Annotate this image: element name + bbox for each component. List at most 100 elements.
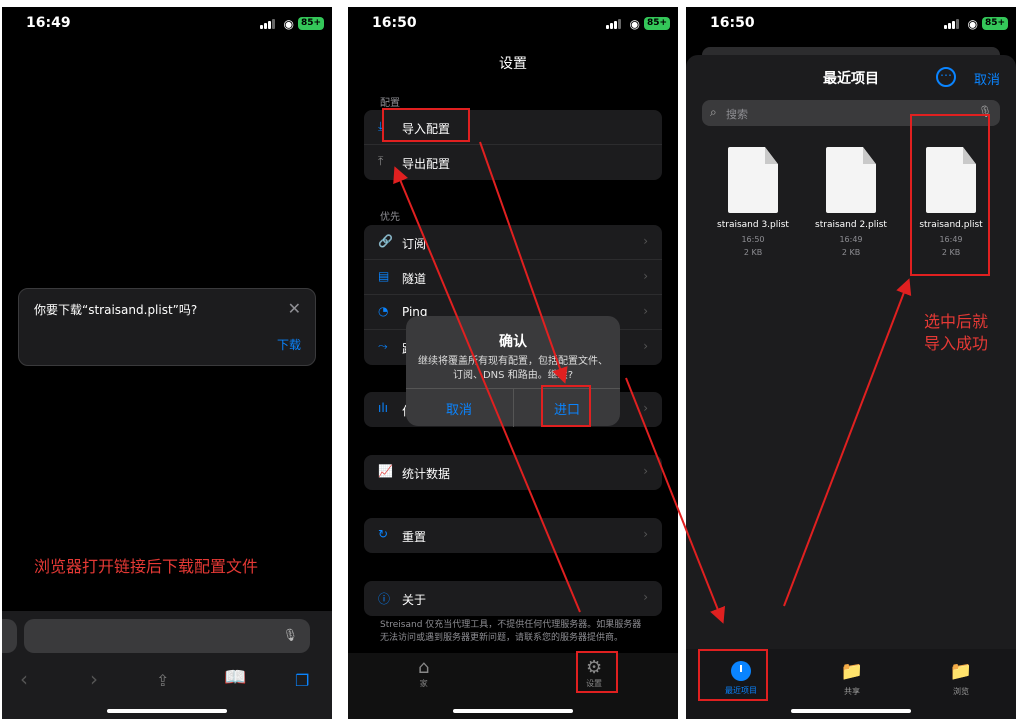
tunnel-icon: ▤ [378, 269, 390, 283]
annotation-line: 导入成功 [924, 334, 989, 353]
sheet-title: 最近项目 [823, 71, 879, 87]
tab-label: 共享 [844, 687, 860, 696]
info-icon: ⓘ [378, 592, 391, 606]
alert-message: 继续将覆盖所有现有配置，包括配置文件、订阅、DNS 和路由。继续? [418, 356, 608, 381]
download-prompt-card: 你要下载“straisand.plist”吗? ✕ 下载 [18, 288, 316, 366]
about-group: ⓘ 关于 › [364, 581, 662, 616]
file-size: 2 KB [841, 248, 861, 257]
home-indicator [107, 709, 227, 713]
close-icon[interactable]: ✕ [288, 299, 301, 318]
tabs-icon[interactable]: ❐ [295, 671, 309, 690]
share-icon[interactable]: ⇪ [156, 671, 169, 690]
signal-icon [944, 19, 960, 29]
more-options-icon[interactable]: ⋯ [936, 67, 956, 87]
previous-tab-stub[interactable] [2, 619, 17, 653]
disclaimer-text: Streisand 仅充当代理工具，不提供任何代理服务器。如果服务器无法访问或遇… [380, 620, 642, 643]
phone-browser-screen: 16:49 ◉ 85+ 你要下载“straisand.plist”吗? ✕ 下载… [2, 7, 332, 719]
row-tunnel[interactable]: ▤ 隧道 › [364, 260, 662, 295]
phone-files-picker: 16:50 ◉ 85+ 最近项目 ⋯ 取消 ⌕ 搜索 🎙 straisand 3… [686, 7, 1016, 719]
annotation-note-success: 选中后就 导入成功 [924, 311, 988, 355]
waveform-icon: ılı [378, 401, 389, 415]
reset-group: ↻ 重置 › [364, 518, 662, 553]
chart-icon: 📈 [378, 464, 393, 478]
status-time: 16:50 [710, 15, 755, 31]
wifi-icon: ◉ [967, 17, 978, 31]
bookmarks-icon[interactable]: 📖 [224, 667, 246, 688]
file-time: 16:49 [839, 235, 863, 244]
row-export-config[interactable]: ⤒ 导出配置 [364, 145, 662, 180]
microphone-icon[interactable]: 🎙 [283, 628, 298, 642]
search-icon: ⌕ [710, 105, 717, 119]
annotation-box-file [910, 114, 990, 276]
forward-icon[interactable]: › [90, 667, 98, 691]
route-icon: ⤳ [378, 339, 388, 353]
battery-badge: 85+ [644, 17, 670, 30]
row-about[interactable]: ⓘ 关于 › [364, 581, 662, 616]
search-placeholder: 搜索 [726, 108, 748, 121]
row-label: 重置 [402, 530, 427, 544]
chevron-right-icon: › [643, 527, 648, 541]
stats-group: 📈 统计数据 › [364, 455, 662, 490]
annotation-line: 选中后就 [924, 312, 989, 331]
annotation-box-settings-tab [576, 651, 618, 693]
annotation-note-browser: 浏览器打开链接后下载配置文件 [34, 557, 259, 576]
signal-icon [260, 19, 276, 29]
tab-browse[interactable]: 📁 浏览 [931, 661, 991, 697]
row-statistics[interactable]: 📈 统计数据 › [364, 455, 662, 490]
shared-folder-icon: 📁 [840, 661, 864, 682]
row-label: 隧道 [402, 272, 427, 286]
file-name: straisand 3.plist [717, 220, 789, 230]
tab-bar: ⌂ 家 ⚙ 设置 [348, 653, 678, 719]
cancel-button[interactable]: 取消 [974, 69, 1000, 88]
row-label: 统计数据 [402, 467, 451, 481]
row-label: 导出配置 [402, 157, 451, 171]
annotation-box-import [382, 108, 470, 142]
alert-cancel-button[interactable]: 取消 [446, 399, 472, 418]
link-icon: 🔗 [378, 234, 393, 248]
chevron-right-icon: › [643, 234, 648, 248]
address-bar[interactable]: 🎙 [24, 619, 310, 653]
row-label: 关于 [402, 593, 427, 607]
tab-shared[interactable]: 📁 共享 [822, 661, 882, 697]
battery-badge: 85+ [982, 17, 1008, 30]
status-bar: 16:50 ◉ 85+ [686, 7, 1016, 41]
home-indicator [791, 709, 911, 713]
phone-settings-screen: 16:50 ◉ 85+ 设置 配置 ⤓ 导入配置 ⤒ 导出配置 优先 🔗 订阅 … [348, 7, 678, 719]
battery-badge: 85+ [298, 17, 324, 30]
download-button[interactable]: 下载 [277, 336, 301, 353]
file-size: 2 KB [743, 248, 763, 257]
wifi-icon: ◉ [283, 17, 294, 31]
gauge-icon: ◔ [378, 304, 389, 318]
folder-icon: 📁 [949, 661, 973, 682]
export-icon: ⤒ [378, 154, 384, 168]
section-label-priority: 优先 [380, 212, 400, 223]
document-icon [826, 147, 876, 213]
back-icon[interactable]: ‹ [20, 667, 28, 691]
signal-icon [606, 19, 622, 29]
document-icon [728, 147, 778, 213]
reset-icon: ↻ [378, 527, 389, 541]
chevron-right-icon: › [643, 339, 648, 353]
tab-label: 家 [419, 679, 428, 688]
file-item[interactable]: straisand 3.plist 16:50 2 KB [708, 147, 798, 259]
wifi-icon: ◉ [629, 17, 640, 31]
annotation-box-confirm [541, 385, 591, 427]
status-bar: 16:49 ◉ 85+ [2, 7, 332, 41]
row-label: 订阅 [402, 237, 427, 251]
alert-title: 确认 [499, 334, 527, 350]
browser-toolbar: 🎙 ‹ › ⇪ 📖 ❐ [2, 611, 332, 719]
alert-divider [513, 389, 514, 427]
annotation-box-recent-tab [698, 649, 768, 701]
section-label-config: 配置 [380, 98, 400, 109]
chevron-right-icon: › [643, 464, 648, 478]
status-time: 16:49 [26, 15, 71, 31]
file-name: straisand 2.plist [815, 220, 887, 230]
row-subscribe[interactable]: 🔗 订阅 › [364, 225, 662, 260]
tab-home[interactable]: ⌂ 家 [418, 657, 429, 689]
chevron-right-icon: › [643, 590, 648, 604]
download-prompt-text: 你要下载“straisand.plist”吗? [34, 303, 198, 317]
chevron-right-icon: › [643, 401, 648, 415]
row-reset[interactable]: ↻ 重置 › [364, 518, 662, 553]
file-item[interactable]: straisand 2.plist 16:49 2 KB [806, 147, 896, 259]
house-icon: ⌂ [418, 657, 430, 678]
